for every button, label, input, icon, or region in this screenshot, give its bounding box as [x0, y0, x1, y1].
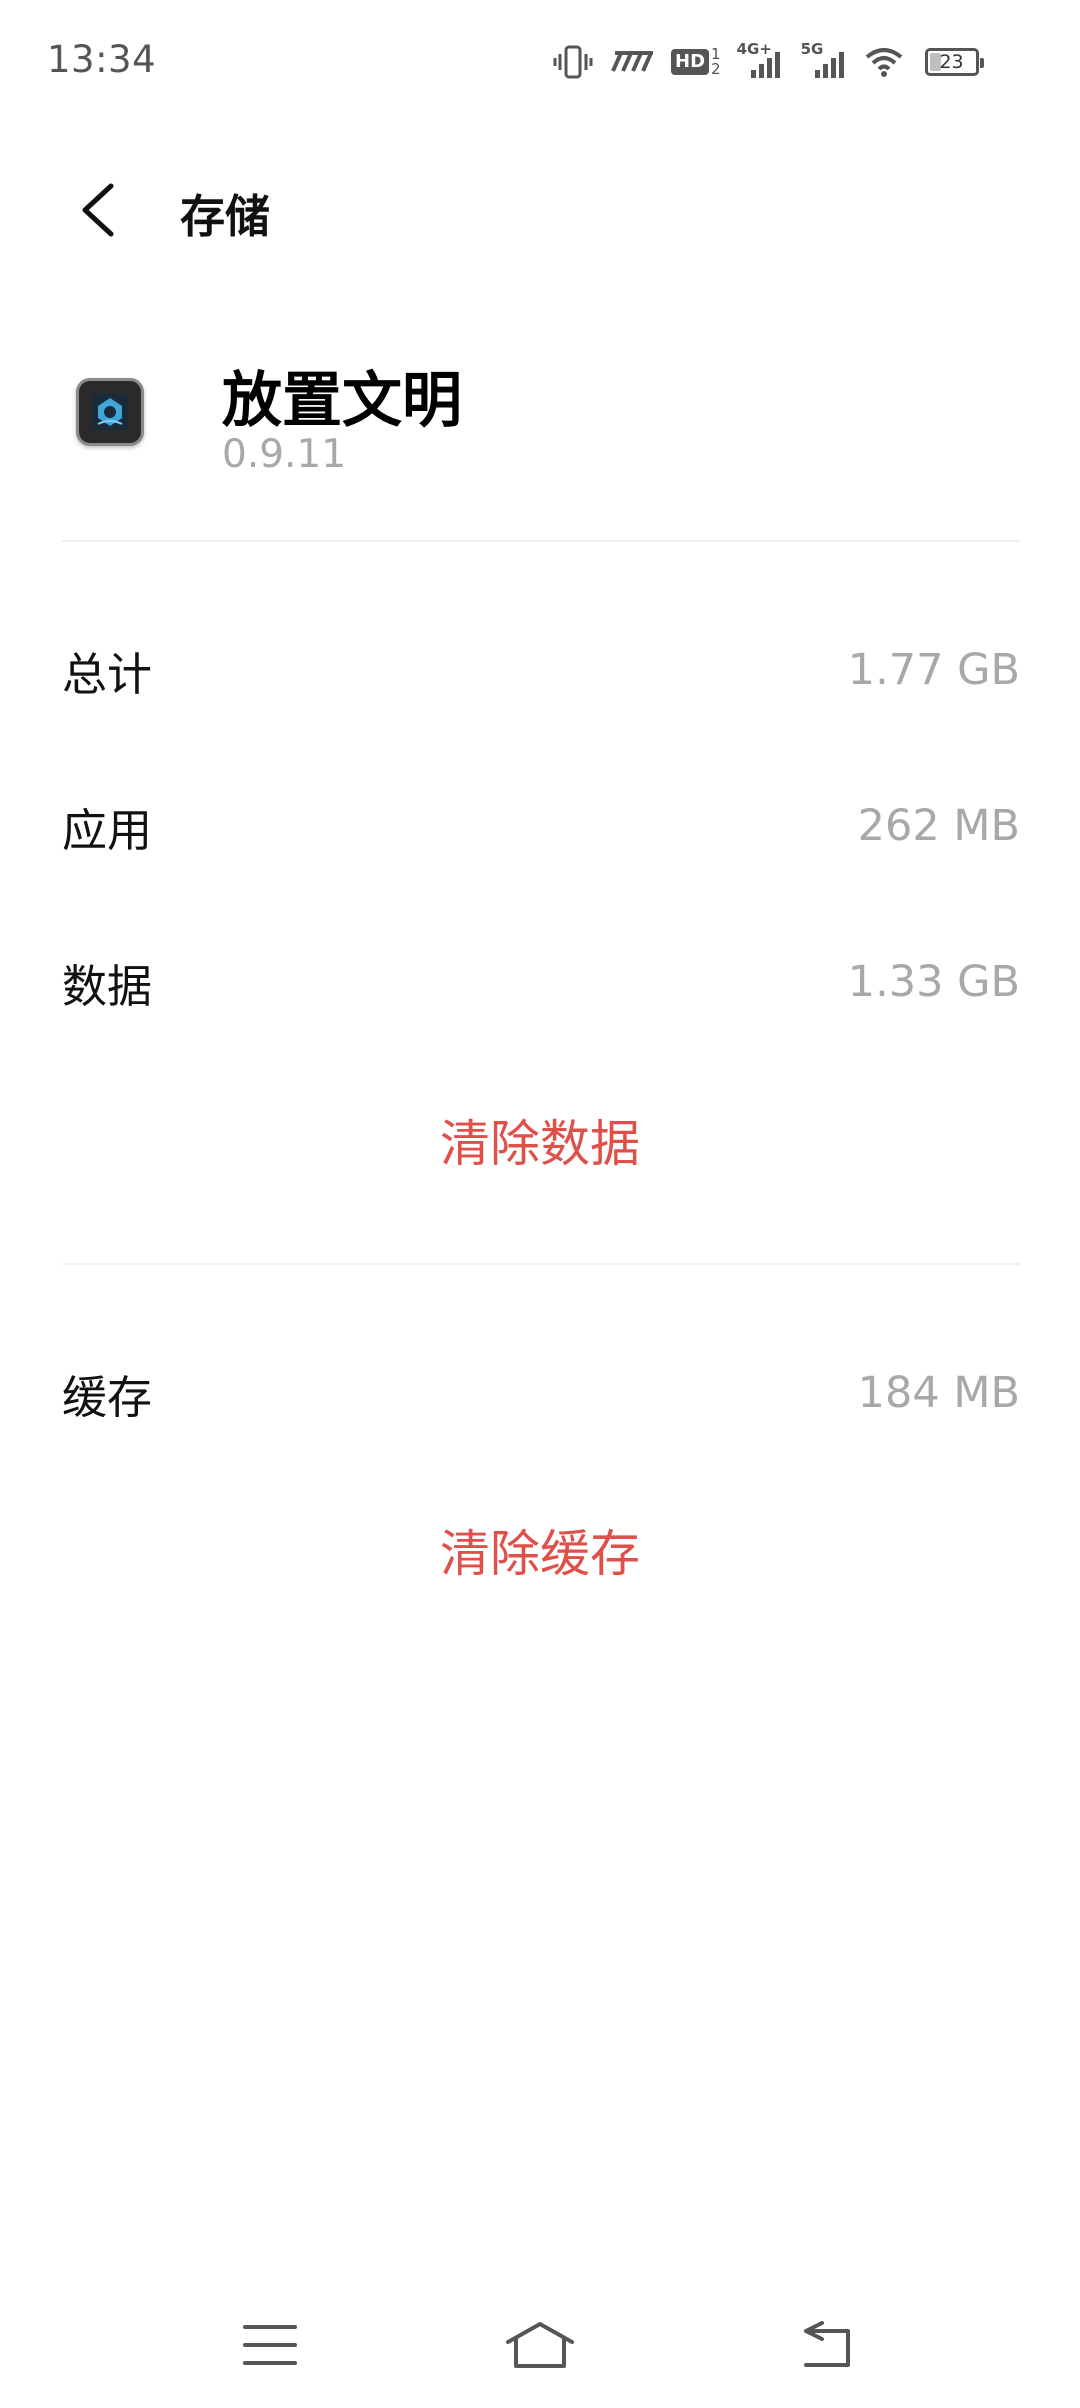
divider	[62, 1263, 1020, 1265]
carrier-logo-icon	[609, 49, 655, 75]
storage-row-app: 应用 262 MB	[62, 786, 1020, 866]
hd-sub-bottom: 2	[711, 60, 721, 78]
app-name: 放置文明	[222, 366, 462, 436]
storage-row-data: 数据 1.33 GB	[62, 942, 1020, 1022]
row-value: 1.33 GB	[847, 957, 1020, 1007]
back-arrow-icon	[804, 2321, 850, 2367]
app-version: 0.9.11	[222, 432, 347, 477]
wifi-icon	[865, 47, 903, 77]
row-value: 184 MB	[857, 1368, 1020, 1418]
home-icon	[506, 2322, 574, 2368]
back-nav-button[interactable]	[776, 2300, 876, 2390]
menu-button[interactable]	[220, 2300, 320, 2390]
navigation-bar	[0, 2300, 1080, 2408]
vibrate-icon	[553, 44, 593, 80]
row-label: 数据	[62, 959, 153, 1013]
menu-icon	[243, 2325, 297, 2365]
storage-row-cache: 缓存 184 MB	[62, 1353, 1020, 1433]
storage-row-total: 总计 1.77 GB	[62, 630, 1020, 710]
hd-label: HD	[671, 49, 710, 75]
row-label: 应用	[62, 803, 153, 857]
storage-screen: 13:34 HD 1 2 4G+ 5G 23 存储 放置文明 0.9.11 总计…	[0, 0, 1080, 2408]
divider	[62, 540, 1020, 542]
page-title: 存储	[180, 190, 271, 243]
battery-icon: 23	[924, 48, 984, 76]
clear-data-button[interactable]: 清除数据	[0, 1095, 1080, 1185]
header: 存储	[0, 150, 1080, 270]
signal-5g-icon: 5G	[801, 40, 849, 80]
app-icon	[76, 378, 144, 446]
back-button[interactable]	[62, 175, 132, 245]
clear-cache-button[interactable]: 清除缓存	[0, 1505, 1080, 1595]
row-label: 总计	[62, 647, 153, 701]
signal-4g-icon: 4G+	[737, 40, 785, 80]
status-time: 13:34	[47, 38, 157, 81]
row-label: 缓存	[62, 1370, 153, 1424]
battery-level: 23	[939, 51, 964, 73]
status-bar: 13:34 HD 1 2 4G+ 5G 23	[0, 0, 1080, 120]
row-value: 262 MB	[857, 801, 1020, 851]
home-button[interactable]	[490, 2300, 590, 2390]
hd-icon: HD 1 2	[671, 47, 721, 77]
status-icons: HD 1 2 4G+ 5G 23	[553, 40, 984, 84]
chevron-left-icon	[82, 183, 114, 237]
row-value: 1.77 GB	[847, 645, 1020, 695]
